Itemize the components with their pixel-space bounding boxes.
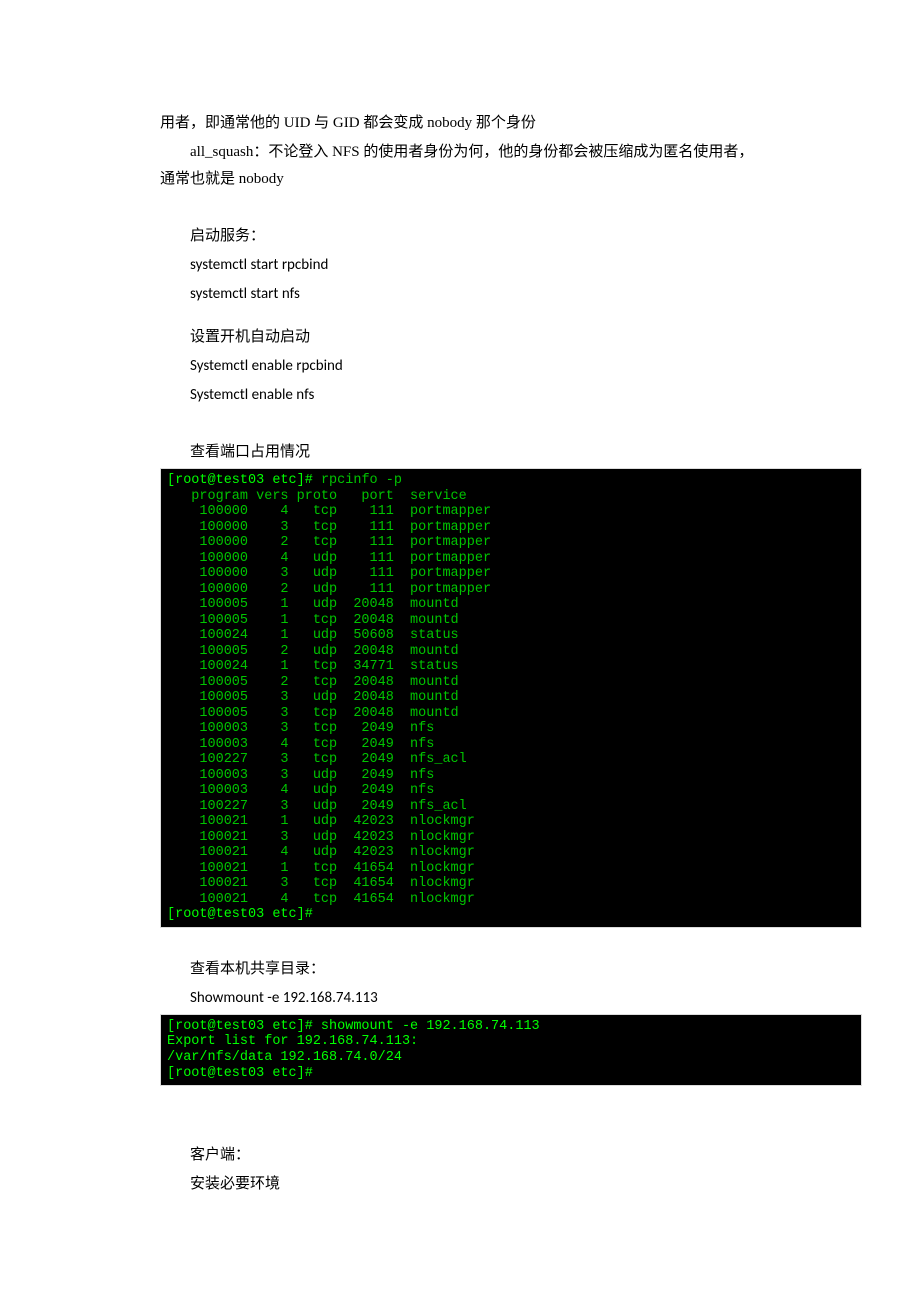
- cmd-systemctl-enable-nfs: Systemctl enable nfs: [160, 382, 760, 409]
- heading-show-share: 查看本机共享目录：: [160, 956, 760, 983]
- heading-start-service: 启动服务：: [160, 223, 760, 250]
- cmd-systemctl-start-nfs: systemctl start nfs: [160, 281, 760, 308]
- terminal-showmount: [root@test03 etc]# showmount -e 192.168.…: [160, 1014, 862, 1086]
- heading-install-env: 安装必要环境: [160, 1171, 760, 1198]
- body-text-uid-gid: 用者，即通常他的 UID 与 GID 都会变成 nobody 那个身份: [160, 110, 760, 137]
- heading-port-usage: 查看端口占用情况: [160, 439, 760, 466]
- cmd-showmount: Showmount -e 192.168.74.113: [160, 985, 760, 1012]
- cmd-systemctl-start-rpcbind: systemctl start rpcbind: [160, 252, 760, 279]
- heading-enable-boot: 设置开机自动启动: [160, 324, 760, 351]
- body-text-all-squash: all_squash：不论登入 NFS 的使用者身份为何，他的身份都会被压缩成为…: [160, 139, 760, 193]
- heading-client: 客户端：: [160, 1142, 760, 1169]
- terminal-rpcinfo: [root@test03 etc]# rpcinfo -p program ve…: [160, 468, 862, 928]
- cmd-systemctl-enable-rpcbind: Systemctl enable rpcbind: [160, 353, 760, 380]
